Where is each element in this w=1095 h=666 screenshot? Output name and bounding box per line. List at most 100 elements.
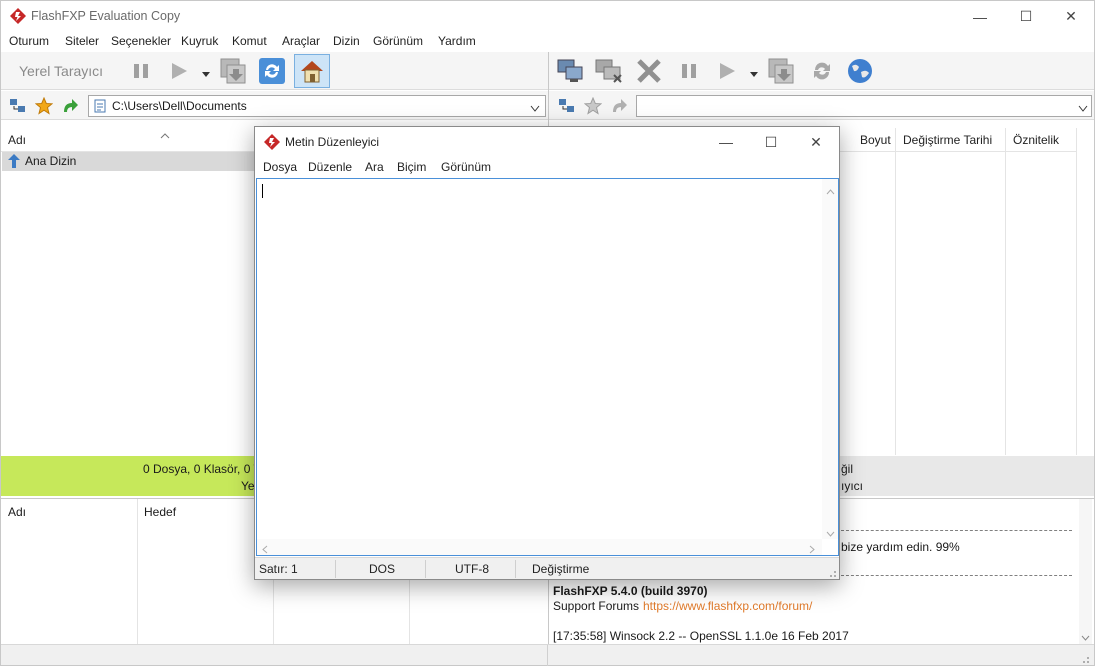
favorites-star-icon[interactable] <box>34 96 54 118</box>
editor-horizontal-scrollbar[interactable] <box>257 539 822 555</box>
play-dropdown-icon[interactable] <box>201 67 211 81</box>
parent-directory-icon[interactable] <box>610 97 628 118</box>
play-icon[interactable] <box>711 55 743 87</box>
scroll-down-icon[interactable] <box>1081 630 1090 644</box>
editor-menu-ara[interactable]: Ara <box>365 160 384 174</box>
right-status-line1: ğil <box>841 462 854 476</box>
minimize-button[interactable]: — <box>957 1 1003 32</box>
minimize-icon: — <box>719 134 733 150</box>
globe-icon[interactable] <box>844 55 876 87</box>
play-dropdown-icon[interactable] <box>749 67 759 81</box>
right-toolbar <box>549 52 1094 90</box>
pause-icon[interactable] <box>673 55 705 87</box>
editor-vertical-scrollbar[interactable] <box>822 179 838 539</box>
column-divider <box>1005 128 1006 455</box>
scroll-left-icon[interactable] <box>262 543 268 557</box>
scroll-right-icon[interactable] <box>809 543 815 557</box>
log-scrollbar[interactable] <box>1079 499 1092 645</box>
download-icon[interactable] <box>218 55 250 87</box>
chevron-down-icon[interactable] <box>1078 102 1088 116</box>
left-path-bar: C:\Users\Dell\Documents <box>1 91 548 120</box>
log-winsock: [17:35:58] Winsock 2.2 -- OpenSSL 1.1.0e… <box>553 629 849 643</box>
column-header-attributes[interactable]: Öznitelik <box>1013 133 1059 147</box>
column-divider <box>895 128 896 455</box>
column-header-size[interactable]: Boyut <box>860 133 891 147</box>
status-encoding: UTF-8 <box>455 562 489 576</box>
document-folder-icon <box>94 99 106 116</box>
home-icon[interactable] <box>294 54 330 88</box>
column-divider <box>1076 128 1077 455</box>
play-icon[interactable] <box>163 55 195 87</box>
flashfxp-logo-icon <box>9 7 27 25</box>
connect-icon[interactable] <box>555 55 587 87</box>
log-support-link[interactable]: https://www.flashfxp.com/forum/ <box>643 599 812 613</box>
scroll-down-icon[interactable] <box>826 526 835 540</box>
editor-minimize-button[interactable]: — <box>703 127 749 157</box>
right-status-line2: ıyıcı <box>841 479 864 493</box>
column-header-modified[interactable]: Değiştirme Tarihi <box>903 133 992 147</box>
editor-menu-gorunum[interactable]: Görünüm <box>441 160 491 174</box>
menu-bar: Oturum Siteler Seçenekler Kuyruk Komut A… <box>1 32 1094 52</box>
sites-icon[interactable] <box>558 98 576 117</box>
editor-title: Metin Düzenleyici <box>285 135 380 149</box>
column-divider <box>137 499 138 645</box>
resize-grip-icon[interactable] <box>827 567 837 581</box>
maximize-button[interactable]: ☐ <box>1003 1 1049 32</box>
menu-araclar[interactable]: Araçlar <box>282 34 320 48</box>
sort-ascending-icon <box>160 128 170 142</box>
editor-maximize-button[interactable]: ☐ <box>748 127 794 157</box>
editor-close-button[interactable]: ✕ <box>793 127 839 157</box>
local-browser-label[interactable]: Yerel Tarayıcı <box>19 63 103 79</box>
flashfxp-logo-icon <box>263 133 281 151</box>
scroll-up-icon[interactable] <box>826 184 835 198</box>
editor-menu-duzenle[interactable]: Düzenle <box>308 160 352 174</box>
list-item[interactable]: Ana Dizin <box>2 152 262 171</box>
editor-menu-bar: Dosya Düzenle Ara Biçim Görünüm <box>255 157 839 177</box>
parent-directory-icon[interactable] <box>61 97 79 118</box>
menu-kuyruk[interactable]: Kuyruk <box>181 34 218 48</box>
title-bar: FlashFXP Evaluation Copy — ☐ ✕ <box>1 1 1094 32</box>
menu-yardim[interactable]: Yardım <box>438 34 476 48</box>
minimize-icon: — <box>973 8 987 25</box>
sites-icon[interactable] <box>9 98 27 117</box>
disconnect-icon[interactable] <box>593 55 625 87</box>
right-path-input[interactable] <box>636 95 1092 117</box>
window-title: FlashFXP Evaluation Copy <box>31 9 181 23</box>
left-path-text: C:\Users\Dell\Documents <box>112 99 247 113</box>
text-caret <box>262 184 263 198</box>
close-button[interactable]: ✕ <box>1048 1 1094 32</box>
upload-icon[interactable] <box>766 55 798 87</box>
column-header-name[interactable]: Adı <box>8 133 26 147</box>
editor-menu-dosya[interactable]: Dosya <box>263 160 297 174</box>
left-path-input[interactable]: C:\Users\Dell\Documents <box>88 95 546 117</box>
pause-icon[interactable] <box>125 55 157 87</box>
maximize-icon: ☐ <box>1019 8 1033 24</box>
menu-gorunum[interactable]: Görünüm <box>373 34 423 48</box>
menu-secenekler[interactable]: Seçenekler <box>111 34 171 48</box>
favorites-star-icon[interactable] <box>583 96 603 118</box>
text-editor-dialog: Metin Düzenleyici — ☐ ✕ Dosya Düzenle Ar… <box>254 126 840 580</box>
menu-komut[interactable]: Komut <box>232 34 267 48</box>
editor-menu-bicim[interactable]: Biçim <box>397 160 426 174</box>
editor-title-bar: Metin Düzenleyici — ☐ ✕ <box>255 127 839 157</box>
status-divider <box>335 560 336 578</box>
menu-dizin[interactable]: Dizin <box>333 34 360 48</box>
close-icon: ✕ <box>1065 8 1077 24</box>
list-item-label: Ana Dizin <box>25 154 77 168</box>
abort-icon[interactable] <box>633 55 665 87</box>
menu-siteler[interactable]: Siteler <box>65 34 99 48</box>
refresh-icon[interactable] <box>256 55 288 87</box>
status-line: Satır: 1 <box>259 562 298 576</box>
queue-header-target[interactable]: Hedef <box>144 505 176 519</box>
menu-oturum[interactable]: Oturum <box>9 34 49 48</box>
refresh-icon[interactable] <box>806 55 838 87</box>
editor-text-area[interactable] <box>256 178 839 556</box>
queue-header-name[interactable]: Adı <box>8 505 26 519</box>
resize-grip-icon[interactable] <box>1080 653 1090 666</box>
up-arrow-icon <box>7 153 21 172</box>
status-modified: Değiştirme <box>532 562 590 576</box>
bottom-status-strip <box>1 644 1094 666</box>
log-version: FlashFXP 5.4.0 (build 3970) <box>553 584 708 598</box>
editor-status-bar: Satır: 1 DOS UTF-8 Değiştirme <box>255 557 839 579</box>
chevron-down-icon[interactable] <box>530 102 540 116</box>
